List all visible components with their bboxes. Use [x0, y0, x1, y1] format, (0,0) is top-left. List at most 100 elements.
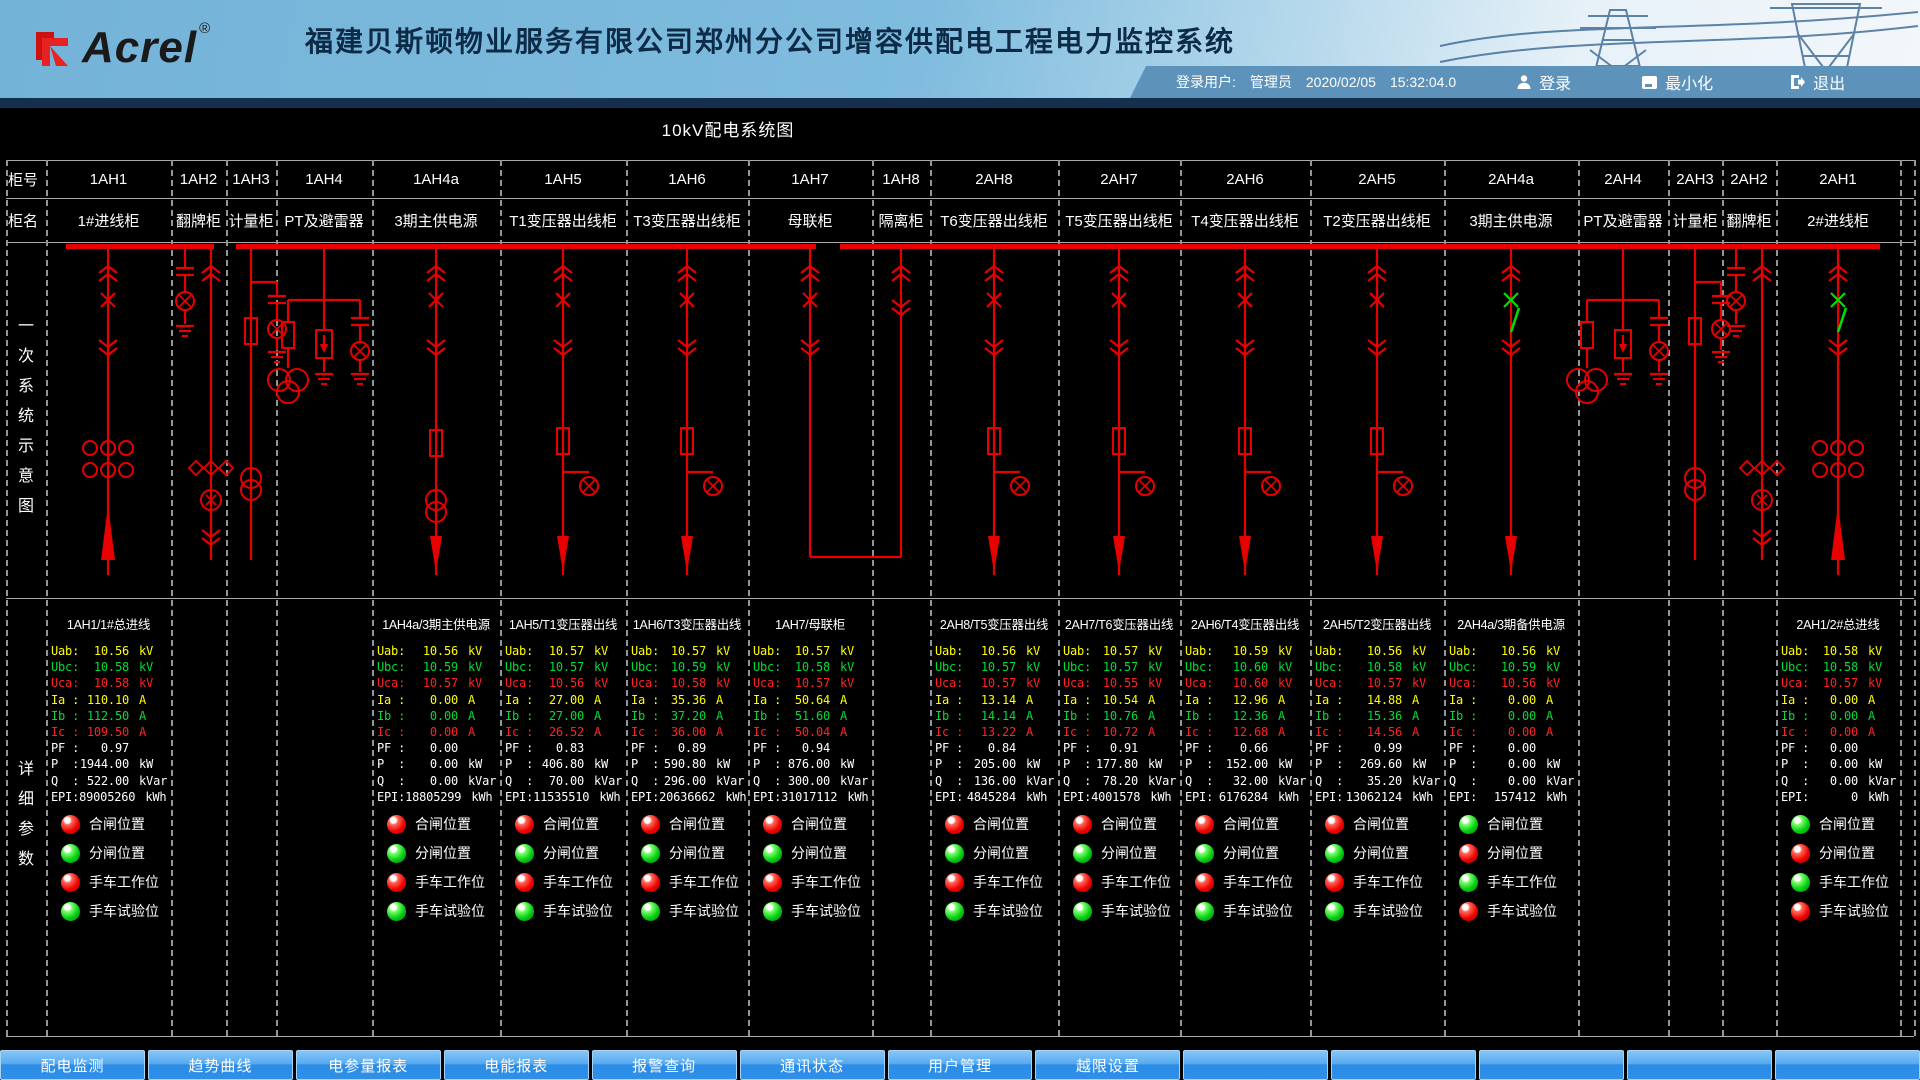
- measure-unit: A: [1405, 692, 1439, 708]
- measure-value: 10.60: [1213, 675, 1268, 691]
- status-led-row: 手车工作位: [1325, 872, 1441, 892]
- measure-label: Ia :: [505, 692, 533, 708]
- status-led: [945, 844, 964, 863]
- grid-vsep: [6, 160, 8, 1036]
- nav-button[interactable]: 配电监测: [0, 1050, 145, 1080]
- measure-row: EPI:0 kWh: [1779, 789, 1897, 805]
- measure-value: 0: [1809, 789, 1858, 805]
- measure-row: EPI:31017112 kWh: [751, 789, 869, 805]
- login-user-value: 管理员: [1250, 72, 1292, 92]
- measure-label: P :: [631, 756, 659, 772]
- measure-label: P :: [505, 756, 533, 772]
- cabinet-name-cell: PT及避雷器: [1578, 198, 1668, 242]
- exit-button[interactable]: 退出: [1789, 70, 1845, 94]
- measure-label: Uab:: [1315, 643, 1343, 659]
- measure-label: Uca:: [377, 675, 405, 691]
- grid-vsep: [46, 160, 48, 1036]
- cabinet-id-cell: 1AH8: [872, 160, 930, 198]
- cabinet-id-cell: 2AH1: [1776, 160, 1900, 198]
- measure-row: Ib :37.20 A: [629, 708, 745, 724]
- measure-unit: kWh: [1861, 789, 1895, 805]
- login-button[interactable]: 登录: [1516, 70, 1571, 94]
- nav-button[interactable]: 越限设置: [1035, 1050, 1180, 1080]
- measure-row: EPI:4845284 kWh: [933, 789, 1055, 805]
- nav-button-blank[interactable]: [1627, 1050, 1772, 1080]
- cabinet-id-cell: 2AH7: [1058, 160, 1180, 198]
- measure-row: PF :0.00: [1779, 740, 1897, 756]
- status-led-label: 合闸位置: [1819, 814, 1875, 834]
- cabinet-name-cell: 计量柜: [1668, 198, 1722, 242]
- nav-button-blank[interactable]: [1183, 1050, 1328, 1080]
- measure-label: Uca:: [1315, 675, 1343, 691]
- measure-unit: A: [833, 692, 867, 708]
- measure-unit: kV: [587, 659, 621, 675]
- measure-label: Uab:: [1185, 643, 1213, 659]
- measure-value: 0.84: [963, 740, 1016, 756]
- grid-vsep: [872, 160, 874, 1036]
- nav-button[interactable]: 电能报表: [444, 1050, 589, 1080]
- status-led: [763, 815, 782, 834]
- measure-row: PF :0.83: [503, 740, 623, 756]
- measure-label: Ib :: [1449, 708, 1477, 724]
- nav-button-blank[interactable]: [1775, 1050, 1920, 1080]
- panel-title: 1AH1/1#总进线: [49, 614, 168, 633]
- measure-unit: kV: [587, 675, 621, 691]
- nav-button-blank[interactable]: [1479, 1050, 1624, 1080]
- measure-label: Uca:: [1449, 675, 1477, 691]
- measure-unit: kV: [1861, 643, 1895, 659]
- status-led: [763, 902, 782, 921]
- measure-row: Uca:10.56 kV: [503, 675, 623, 691]
- measure-label: Ubc:: [377, 659, 405, 675]
- measure-value: 0.00: [1477, 756, 1536, 772]
- measure-row: P :406.80 kW: [503, 756, 623, 772]
- measure-unit: kV: [1405, 643, 1439, 659]
- status-led-row: 合闸位置: [387, 814, 497, 834]
- grid-vsep: [626, 160, 628, 1036]
- grid-vsep: [748, 160, 750, 1036]
- measure-label: Ia :: [377, 692, 405, 708]
- measure-value: 10.55: [1091, 675, 1138, 691]
- status-led-row: 手车试验位: [763, 901, 869, 921]
- measure-label: Ib :: [1315, 708, 1343, 724]
- nav-button[interactable]: 报警查询: [592, 1050, 737, 1080]
- cabinet-name-cell: 翻牌柜: [171, 198, 226, 242]
- cabinet-name-cell: T4变压器出线柜: [1180, 198, 1310, 242]
- measure-label: Ubc:: [631, 659, 659, 675]
- status-led-row: 分闸位置: [945, 843, 1055, 863]
- status-led: [1791, 902, 1810, 921]
- measure-value: 13.22: [963, 724, 1016, 740]
- cabinet-name-cell: 3期主供电源: [1444, 198, 1578, 242]
- measure-unit: kVar: [1019, 773, 1053, 789]
- measure-label: Uab:: [935, 643, 963, 659]
- nav-button[interactable]: 用户管理: [888, 1050, 1033, 1080]
- nav-button[interactable]: 趋势曲线: [148, 1050, 293, 1080]
- status-led-label: 手车试验位: [669, 901, 739, 921]
- measure-value: 0.00: [1477, 773, 1536, 789]
- measure-value: 51.60: [781, 708, 830, 724]
- measure-row: Uab:10.57 kV: [503, 643, 623, 659]
- status-led: [387, 844, 406, 863]
- nav-button-blank[interactable]: [1331, 1050, 1476, 1080]
- measure-row: Uca:10.58 kV: [629, 675, 745, 691]
- measure-unit: kWh: [1019, 789, 1053, 805]
- measure-value: 14.88: [1343, 692, 1402, 708]
- measure-value: 205.00: [963, 756, 1016, 772]
- panel-title: 1AH4a/3期主供电源: [375, 614, 497, 633]
- status-led: [763, 844, 782, 863]
- status-led-label: 手车试验位: [89, 901, 159, 921]
- nav-button[interactable]: 通讯状态: [740, 1050, 885, 1080]
- measure-unit: kVar: [1539, 773, 1573, 789]
- measure-unit: kV: [709, 643, 743, 659]
- header: Acrel ® 福建贝斯顿物业服务有限公司郑州分公司增容供配电工程电力监控系统 …: [0, 0, 1920, 98]
- measure-row: P :152.00 kW: [1183, 756, 1307, 772]
- measure-label: Uab:: [1449, 643, 1477, 659]
- minimize-button[interactable]: 最小化: [1641, 70, 1713, 94]
- status-led-label: 手车工作位: [1101, 872, 1171, 892]
- status-led-label: 合闸位置: [669, 814, 725, 834]
- measure-row: EPI:4001578 kWh: [1061, 789, 1177, 805]
- panel-title: 2AH5/T2变压器出线: [1313, 614, 1441, 633]
- measure-label: Q :: [1185, 773, 1213, 789]
- measure-unit: kV: [833, 659, 867, 675]
- nav-button[interactable]: 电参量报表: [296, 1050, 441, 1080]
- measure-label: PF :: [1315, 740, 1343, 756]
